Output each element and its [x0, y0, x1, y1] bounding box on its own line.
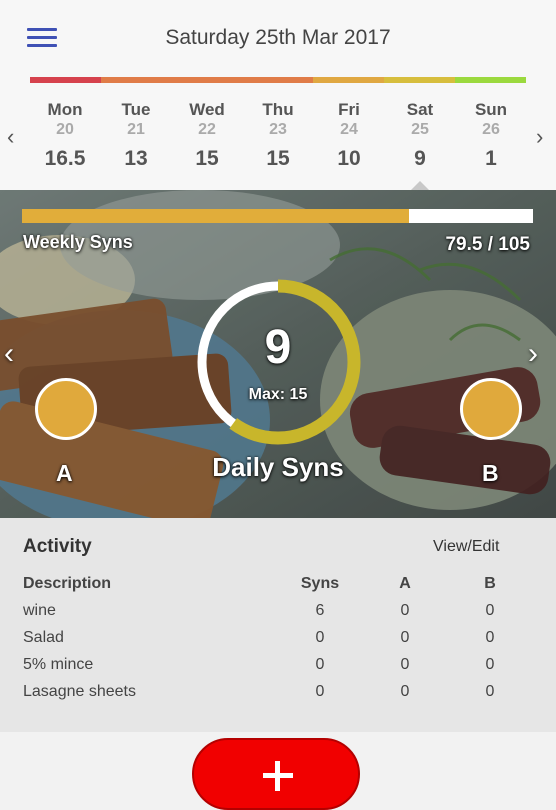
row-a: 0 [400, 629, 410, 646]
row-a: 0 [400, 602, 410, 619]
row-b: 0 [485, 656, 495, 673]
syns-summary-panel: Weekly Syns 79.5 / 105 ‹ › 9 Max: 15 Dai… [0, 190, 556, 518]
table-row[interactable]: 5% mince 0 0 0 [23, 654, 543, 681]
day-date: 20 [56, 121, 74, 138]
row-description: 5% mince [23, 656, 94, 673]
weekly-syns-value: 79.5 / 105 [445, 234, 530, 255]
row-syns: 6 [315, 602, 325, 619]
row-syns: 0 [315, 683, 325, 700]
day-date: 25 [411, 121, 429, 138]
row-syns: 0 [315, 656, 325, 673]
activity-panel: Activity View/Edit Description Syns A B … [0, 518, 556, 732]
day-syns-value: 13 [124, 147, 148, 170]
add-button[interactable] [192, 738, 360, 810]
b-button[interactable] [460, 378, 522, 440]
day-wed[interactable]: Wed 22 15 [172, 100, 242, 176]
next-week-arrow-icon[interactable]: › [536, 126, 543, 148]
column-header-syns: Syns [300, 575, 340, 592]
row-description: Salad [23, 629, 64, 646]
row-b: 0 [485, 683, 495, 700]
day-name: Fri [338, 100, 360, 119]
row-syns: 0 [315, 629, 325, 646]
column-header-b: B [484, 575, 496, 592]
plus-icon-vertical [275, 761, 280, 791]
a-button[interactable] [35, 378, 97, 440]
app-header: Saturday 25th Mar 2017 ‹ › Mon 20 16.5 T… [0, 0, 556, 190]
day-date: 23 [269, 121, 287, 138]
view-edit-link[interactable]: View/Edit [433, 538, 499, 556]
table-row[interactable]: Salad 0 0 0 [23, 627, 543, 654]
day-thu[interactable]: Thu 23 15 [243, 100, 313, 176]
day-syns-value: 1 [485, 147, 497, 170]
row-b: 0 [485, 602, 495, 619]
row-description: wine [23, 602, 56, 619]
day-date: 26 [482, 121, 500, 138]
day-sun[interactable]: Sun 26 1 [456, 100, 526, 176]
day-name: Sat [406, 100, 434, 119]
color-bar-segment [30, 77, 101, 83]
b-label: B [482, 460, 499, 486]
color-bar-segment [455, 77, 527, 83]
activity-title: Activity [23, 536, 92, 557]
day-sat[interactable]: Sat 25 9 [385, 100, 455, 176]
day-name: Wed [189, 100, 225, 119]
selected-day-pointer [411, 181, 429, 190]
daily-syns-value: 9 [264, 321, 292, 374]
day-tue[interactable]: Tue 21 13 [101, 100, 171, 176]
table-row[interactable]: wine 6 0 0 [23, 600, 543, 627]
day-syns-value: 15 [266, 147, 290, 170]
row-a: 0 [400, 683, 410, 700]
color-bar-segment [242, 77, 314, 83]
week-days: Mon 20 16.5 Tue 21 13 Wed 22 15 Thu 23 1… [30, 100, 526, 180]
day-name: Mon [47, 100, 83, 119]
prev-week-arrow-icon[interactable]: ‹ [7, 126, 14, 148]
date-title: Saturday 25th Mar 2017 [165, 26, 391, 49]
table-header-row: Description Syns A B [23, 573, 543, 600]
column-header-description: Description [23, 575, 112, 592]
weekly-syns-progress-bar [22, 209, 533, 223]
daily-syns-label: Daily Syns [212, 452, 344, 482]
row-b: 0 [485, 629, 495, 646]
activity-table: Description Syns A B wine 6 0 0 Salad 0 … [23, 573, 543, 708]
day-fri[interactable]: Fri 24 10 [314, 100, 384, 176]
row-a: 0 [400, 656, 410, 673]
day-date: 22 [198, 121, 216, 138]
day-name: Thu [262, 100, 294, 119]
day-name: Sun [474, 100, 508, 119]
row-description: Lasagne sheets [23, 683, 136, 700]
weekly-syns-progress-fill [22, 209, 409, 223]
day-date: 24 [340, 121, 358, 138]
color-bar-segment [171, 77, 243, 83]
table-row[interactable]: Lasagne sheets 0 0 0 [23, 681, 543, 708]
a-label: A [56, 460, 73, 486]
footer-bar [0, 732, 556, 810]
day-date: 21 [127, 121, 145, 138]
day-syns-value: 10 [337, 147, 361, 170]
week-color-bar [30, 77, 527, 83]
day-syns-value: 15 [195, 147, 219, 170]
day-name: Tue [121, 100, 151, 119]
day-mon[interactable]: Mon 20 16.5 [30, 100, 100, 176]
day-syns-value: 9 [414, 147, 426, 170]
color-bar-segment [100, 77, 172, 83]
day-syns-value: 16.5 [44, 147, 86, 170]
column-header-a: A [399, 575, 411, 592]
color-bar-segment [384, 77, 456, 83]
color-bar-segment [313, 77, 385, 83]
weekly-syns-label: Weekly Syns [23, 232, 133, 252]
